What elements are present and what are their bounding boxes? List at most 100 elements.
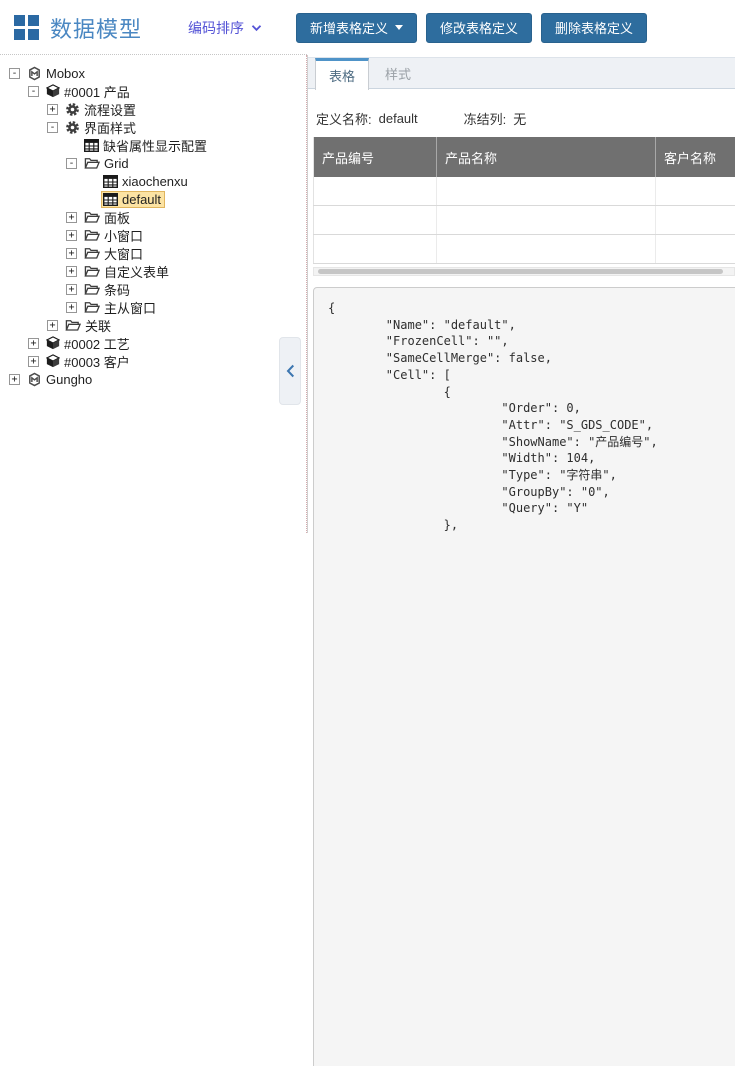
grid-hscrollbar[interactable] bbox=[313, 267, 735, 276]
tree-expander[interactable]: + bbox=[66, 284, 77, 295]
grid-column-header[interactable]: 产品编号 bbox=[314, 137, 437, 177]
tree-item[interactable]: xiaochenxu bbox=[0, 172, 306, 190]
tree-item-label: Gungho bbox=[46, 372, 92, 387]
tree-item[interactable]: +#0003 客户 bbox=[0, 352, 306, 370]
folder-icon bbox=[84, 282, 100, 296]
folder-icon bbox=[84, 210, 100, 224]
tree-expander[interactable]: + bbox=[66, 302, 77, 313]
tree-expander[interactable]: + bbox=[9, 374, 20, 385]
grid-cell bbox=[656, 235, 735, 264]
grid-cell bbox=[437, 177, 656, 206]
cube-icon bbox=[46, 84, 60, 98]
tree-item[interactable]: +主从窗口 bbox=[0, 298, 306, 316]
tree-expander[interactable]: + bbox=[28, 356, 39, 367]
app-logo-icon bbox=[14, 15, 39, 40]
grid-body bbox=[314, 177, 735, 264]
cube-icon bbox=[46, 336, 60, 350]
gear-icon bbox=[65, 102, 80, 117]
code-line: "SameCellMerge": false, bbox=[328, 350, 735, 367]
grid-cell bbox=[314, 206, 437, 235]
toolbar-button-label: 新增表格定义 bbox=[310, 18, 388, 37]
code-line: "Cell": [ bbox=[328, 367, 735, 384]
tree-expander[interactable]: + bbox=[47, 104, 58, 115]
tree-item[interactable]: default bbox=[0, 190, 306, 208]
tree-item[interactable]: +小窗口 bbox=[0, 226, 306, 244]
sort-order-dropdown[interactable]: 编码排序 bbox=[188, 18, 262, 38]
tree-item[interactable]: + 自定义表单 bbox=[0, 262, 306, 280]
collapse-sidebar-button[interactable] bbox=[279, 337, 301, 405]
tree-expander[interactable]: + bbox=[66, 248, 77, 259]
sidebar: -Mobox-#0001 产品+流程设置-界面样式缺省属性显示配置-Gridxi… bbox=[0, 55, 307, 533]
tree-expander[interactable]: + bbox=[66, 212, 77, 223]
tree-node: Grid bbox=[82, 155, 133, 172]
grid-cell bbox=[314, 235, 437, 264]
grid-cell bbox=[437, 206, 656, 235]
tree-item[interactable]: -#0001 产品 bbox=[0, 82, 306, 100]
grid-cell bbox=[437, 235, 656, 264]
grid-row bbox=[314, 235, 735, 264]
tree-node: xiaochenxu bbox=[101, 173, 192, 190]
tree-expander[interactable]: - bbox=[9, 68, 20, 79]
toolbar-button[interactable]: 新增表格定义 bbox=[296, 13, 417, 43]
tree-item[interactable]: +条码 bbox=[0, 280, 306, 298]
code-line: "Attr": "S_GDS_CODE", bbox=[328, 417, 735, 434]
tree-item[interactable]: + #0002 工艺 bbox=[0, 334, 306, 352]
folder-icon bbox=[84, 300, 100, 314]
tree-item-label: 自定义表单 bbox=[104, 262, 169, 281]
definition-name-value: default bbox=[379, 111, 418, 126]
tree-node: #0001 产品 bbox=[44, 83, 134, 100]
grid-column-header[interactable]: 产品名称 bbox=[437, 137, 656, 177]
tree-item[interactable]: -界面样式 bbox=[0, 118, 306, 136]
grid-preview: 产品编号产品名称客户名称 bbox=[313, 137, 735, 264]
grid-column-header[interactable]: 客户名称 bbox=[656, 137, 735, 177]
folder-icon bbox=[84, 264, 100, 278]
tree-expander[interactable]: + bbox=[47, 320, 58, 331]
tab-style[interactable]: 样式 bbox=[369, 58, 427, 88]
tree-item[interactable]: -Grid bbox=[0, 154, 306, 172]
tree-expander[interactable]: - bbox=[47, 122, 58, 133]
tree-item[interactable]: + 大窗口 bbox=[0, 244, 306, 262]
toolbar-button[interactable]: 修改表格定义 bbox=[426, 13, 532, 43]
frozen-column-value: 无 bbox=[513, 109, 526, 128]
tab-table[interactable]: 表格 bbox=[315, 58, 369, 90]
tree-item-label: Mobox bbox=[46, 66, 85, 81]
tab-strip: 表格样式 bbox=[308, 57, 735, 89]
tree-node: default bbox=[101, 191, 165, 208]
tree-node: #0002 工艺 bbox=[44, 335, 134, 352]
code-line: }, bbox=[328, 517, 735, 534]
tree-item[interactable]: +关联 bbox=[0, 316, 306, 334]
cube-icon bbox=[46, 354, 60, 368]
tree-node: Mobox bbox=[25, 65, 89, 82]
tree-item-label: default bbox=[122, 192, 161, 207]
tree-expander[interactable]: + bbox=[66, 230, 77, 241]
main: -Mobox-#0001 产品+流程设置-界面样式缺省属性显示配置-Gridxi… bbox=[0, 55, 735, 533]
tree-expander[interactable]: + bbox=[66, 266, 77, 277]
chevron-down-icon bbox=[251, 24, 262, 32]
code-line: "GroupBy": "0", bbox=[328, 484, 735, 501]
tree-expander[interactable]: + bbox=[28, 338, 39, 349]
definition-code-box: { "Name": "default", "FrozenCell": "", "… bbox=[313, 287, 735, 1066]
toolbar: 新增表格定义 修改表格定义 删除表格定义 bbox=[296, 13, 647, 43]
code-line: "Width": 104, bbox=[328, 450, 735, 467]
toolbar-button-label: 修改表格定义 bbox=[440, 18, 518, 37]
code-line: "ShowName": "产品编号", bbox=[328, 434, 735, 451]
code-line: { bbox=[328, 384, 735, 401]
header: 数据模型 编码排序 新增表格定义修改表格定义删除表格定义 bbox=[0, 0, 735, 55]
tree-item-label: 面板 bbox=[104, 208, 130, 227]
detail-panel: 表格样式 定义名称: default 冻结列: 无 产品编号产品名称客户名称 {… bbox=[307, 55, 735, 533]
toolbar-button[interactable]: 删除表格定义 bbox=[541, 13, 647, 43]
sort-order-label: 编码排序 bbox=[188, 18, 244, 38]
tree-item[interactable]: + Gungho bbox=[0, 370, 306, 388]
grid-table-icon bbox=[84, 139, 99, 152]
tree-expander[interactable]: - bbox=[28, 86, 39, 97]
code-line: "Type": "字符串", bbox=[328, 467, 735, 484]
tree-node: 大窗口 bbox=[82, 245, 147, 262]
tree-item[interactable]: - Mobox bbox=[0, 64, 306, 82]
tree-item[interactable]: +流程设置 bbox=[0, 100, 306, 118]
mobox-logo-icon bbox=[27, 66, 42, 81]
folder-icon bbox=[84, 246, 100, 260]
grid-hscrollbar-thumb[interactable] bbox=[318, 269, 723, 274]
tree-item[interactable]: + 面板 bbox=[0, 208, 306, 226]
tree-expander[interactable]: - bbox=[66, 158, 77, 169]
tree-item[interactable]: 缺省属性显示配置 bbox=[0, 136, 306, 154]
